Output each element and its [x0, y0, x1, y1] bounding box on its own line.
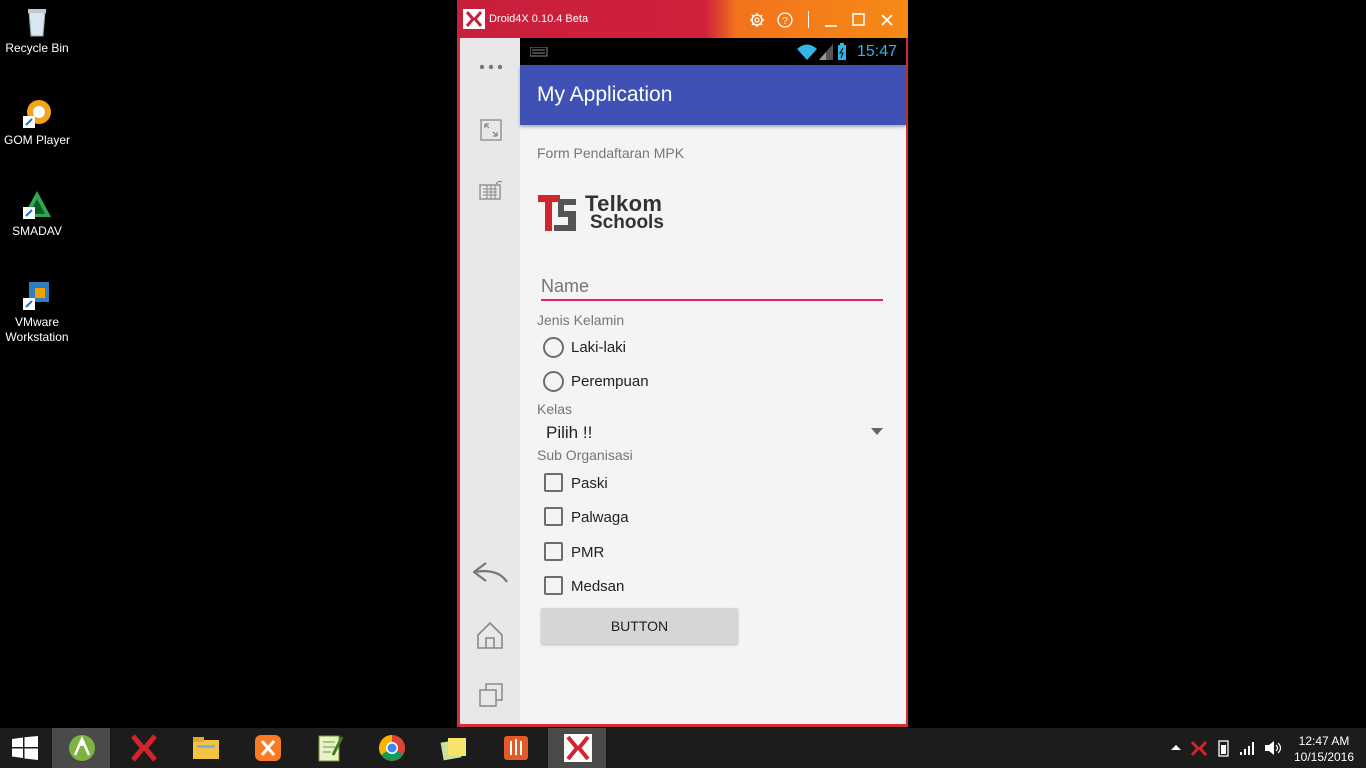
gom-player-icon — [21, 98, 53, 130]
keyboard-icon[interactable] — [479, 179, 503, 201]
keyboard-status-icon — [530, 47, 548, 57]
home-icon[interactable] — [476, 621, 504, 649]
radio-button[interactable] — [543, 371, 564, 392]
dropdown-arrow-icon — [871, 428, 883, 435]
emulator-title: Droid4X 0.10.4 Beta — [489, 13, 589, 25]
chrome-icon — [378, 734, 405, 761]
checkbox[interactable] — [544, 507, 563, 526]
droid4x-icon — [131, 734, 157, 762]
checkbox-label: Palwaga — [571, 509, 629, 526]
taskbar-file-explorer[interactable] — [176, 728, 234, 768]
svg-text:?: ? — [782, 16, 788, 27]
telkom-schools-logo: Telkom Schools — [538, 191, 678, 233]
checkbox-label: PMR — [571, 544, 605, 561]
taskbar-app[interactable] — [486, 728, 544, 768]
checkbox-palwaga[interactable]: Palwaga — [541, 504, 741, 528]
sub-organisasi-label: Sub Organisasi — [537, 447, 633, 463]
emulator-window: Droid4X 0.10.4 Beta ? 15:47 My Applicati… — [457, 0, 908, 727]
notepad-plus-icon — [318, 735, 344, 762]
desktop-icon-smadav[interactable]: SMADAV — [0, 189, 74, 239]
android-studio-icon — [69, 735, 95, 761]
clock-date: 10/15/2016 — [1293, 750, 1355, 764]
help-icon[interactable]: ? — [777, 12, 793, 28]
checkbox[interactable] — [544, 473, 563, 492]
emulator-sidebar — [460, 38, 520, 724]
submit-button[interactable]: BUTTON — [541, 608, 738, 644]
radio-perempuan[interactable]: Perempuan — [541, 369, 741, 393]
show-hidden-icons-icon[interactable] — [1171, 744, 1181, 751]
checkbox-label: Medsan — [571, 578, 625, 595]
file-explorer-icon — [193, 737, 219, 759]
start-button[interactable] — [0, 728, 58, 768]
xampp-icon — [255, 735, 281, 761]
checkbox[interactable] — [544, 576, 563, 595]
clock-time: 12:47 AM — [1298, 734, 1350, 748]
battery-icon — [838, 43, 846, 60]
name-input[interactable] — [541, 273, 883, 301]
radio-laki-laki[interactable]: Laki-laki — [541, 335, 741, 359]
desktop-icon-recycle-bin[interactable]: Recycle Bin — [0, 6, 74, 56]
checkbox-paski[interactable]: Paski — [541, 470, 741, 494]
taskbar-android-studio[interactable] — [52, 728, 110, 768]
desktop-icon-label: VMware Workstation — [5, 315, 69, 344]
back-icon[interactable] — [472, 560, 510, 586]
windows-logo-icon — [12, 736, 38, 760]
fullscreen-icon[interactable] — [480, 119, 502, 141]
gender-label: Jenis Kelamin — [537, 312, 625, 328]
droid4x-tray-icon[interactable] — [1190, 740, 1208, 757]
checkbox[interactable] — [544, 542, 563, 561]
app-title: My Application — [537, 83, 673, 106]
taskbar-droid4x[interactable] — [114, 728, 172, 768]
titlebar-divider — [808, 11, 809, 28]
taskbar-notepad-plus[interactable] — [300, 728, 358, 768]
taskbar-xampp[interactable] — [238, 728, 296, 768]
app-icon — [504, 736, 528, 760]
wifi-icon — [797, 44, 817, 60]
radio-label: Perempuan — [571, 373, 649, 390]
taskbar-droid4x-active[interactable] — [548, 728, 606, 768]
network-tray-icon[interactable] — [1240, 740, 1256, 756]
settings-icon[interactable] — [749, 12, 765, 28]
checkbox-label: Paski — [571, 475, 608, 492]
minimize-icon[interactable] — [823, 12, 839, 28]
checkbox-medsan[interactable]: Medsan — [541, 573, 741, 597]
logo-line2: Schools — [590, 212, 664, 233]
desktop-icon-gom-player[interactable]: GOM Player — [0, 98, 74, 148]
telkom-logo-mark-icon — [538, 195, 576, 231]
signal-icon — [819, 44, 833, 60]
recent-apps-icon[interactable] — [478, 682, 504, 708]
radio-button[interactable] — [543, 337, 564, 358]
droid4x-icon — [564, 734, 592, 762]
taskbar-chrome[interactable] — [362, 728, 420, 768]
smadav-icon — [21, 189, 53, 221]
volume-tray-icon[interactable] — [1264, 740, 1282, 756]
class-spinner[interactable]: Pilih !! — [537, 419, 889, 445]
droid4x-logo-icon — [463, 9, 485, 29]
taskbar-sticky-notes[interactable] — [424, 728, 482, 768]
taskbar-clock[interactable]: 12:47 AM 10/15/2016 — [1288, 733, 1360, 765]
status-clock: 15:47 — [857, 43, 898, 60]
recycle-bin-icon — [21, 6, 53, 38]
maximize-icon[interactable] — [851, 12, 867, 28]
emulator-titlebar[interactable]: Droid4X 0.10.4 Beta ? — [457, 0, 908, 38]
class-selected-value: Pilih !! — [546, 423, 593, 442]
android-screen: 15:47 My Application Form Pendaftaran MP… — [520, 38, 906, 724]
form-title: Form Pendaftaran MPK — [537, 145, 685, 161]
desktop-icon-label: GOM Player — [3, 133, 70, 147]
app-bar: My Application — [520, 65, 906, 125]
sticky-notes-icon — [440, 738, 466, 761]
taskbar: 12:47 AM 10/15/2016 — [0, 728, 1366, 768]
vmware-icon — [21, 280, 53, 312]
desktop-icon-label: Recycle Bin — [5, 41, 69, 55]
desktop-icon-vmware[interactable]: VMware Workstation — [0, 280, 74, 345]
checkbox-pmr[interactable]: PMR — [541, 539, 741, 563]
close-icon[interactable] — [879, 12, 895, 28]
power-tray-icon[interactable] — [1215, 740, 1233, 757]
more-icon[interactable] — [478, 62, 504, 72]
class-label: Kelas — [537, 401, 573, 417]
android-status-bar: 15:47 — [520, 38, 906, 65]
desktop-icon-label: SMADAV — [12, 224, 62, 238]
radio-label: Laki-laki — [571, 339, 627, 356]
